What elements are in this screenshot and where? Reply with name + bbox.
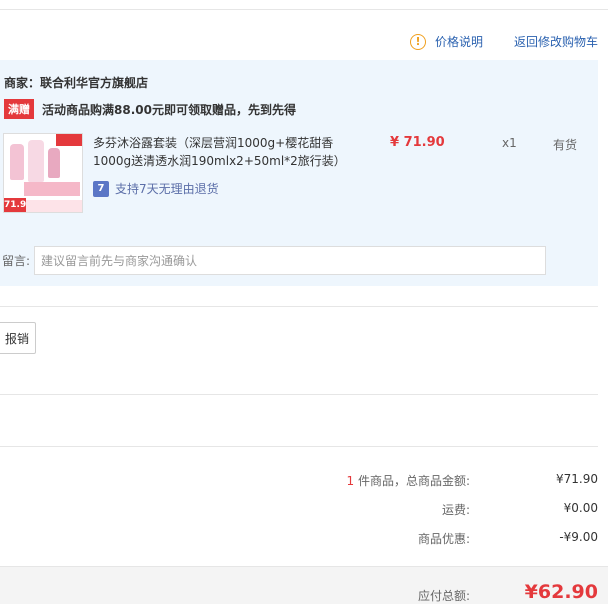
goods-total-value: ¥71.90: [556, 472, 598, 486]
product-name[interactable]: 多芬沐浴露套装（深层营润1000g+樱花甜香1000g送清透水润190mlx2+…: [93, 134, 346, 170]
shop-order-section: 商家：联合利华官方旗舰店 满赠 活动商品购满88.00元即可领取赠品，先到先得 …: [0, 60, 598, 286]
goods-count-label: 1 件商品，总商品金额:: [347, 472, 471, 489]
summary-shipping-row: 运费: ¥0.00: [0, 501, 598, 519]
merchant-name: 商家：联合利华官方旗舰店: [4, 76, 149, 90]
divider: [0, 306, 598, 307]
seven-day-return-icon: 7: [93, 180, 109, 197]
back-to-cart-link[interactable]: 返回修改购物车: [514, 33, 598, 50]
top-divider: [0, 9, 608, 10]
discount-value: -¥9.00: [559, 530, 598, 544]
message-input[interactable]: [34, 246, 546, 275]
promo-tag: 满赠: [4, 99, 34, 119]
divider: [0, 394, 598, 395]
promo-text: 活动商品购满88.00元即可领取赠品，先到先得: [42, 102, 296, 117]
shipping-label: 运费:: [441, 503, 470, 517]
goods-count-suffix: 件商品，总商品金额:: [354, 474, 470, 488]
divider: [0, 446, 598, 447]
item-price: ¥ 71.90: [390, 135, 445, 150]
product-thumbnail[interactable]: 71.9: [3, 133, 83, 213]
shipping-value: ¥0.00: [563, 501, 598, 515]
summary-goods-row: 1 件商品，总商品金额: ¥71.90: [0, 472, 599, 490]
message-label: 留言:: [2, 254, 31, 268]
total-label: 应付总额:: [417, 589, 470, 603]
claim-button[interactable]: 报销: [0, 322, 36, 354]
price-note-link[interactable]: 价格说明: [435, 33, 483, 50]
total-value: ¥62.90: [524, 581, 598, 603]
return-policy-text: 支持7天无理由退货: [115, 182, 219, 196]
item-stock-status: 有货: [553, 138, 578, 152]
summary-discount-row: 商品优惠: -¥9.00: [0, 530, 598, 548]
promo-row: 满赠 活动商品购满88.00元即可领取赠品，先到先得: [4, 99, 296, 119]
return-policy: 7 支持7天无理由退货: [93, 180, 219, 197]
thumb-price-badge: 71.9: [4, 198, 27, 212]
goods-count: 1: [346, 474, 355, 488]
price-note[interactable]: ! 价格说明: [410, 33, 483, 50]
total-bar: 应付总额: ¥62.90: [0, 566, 608, 604]
discount-label: 商品优惠:: [417, 532, 470, 546]
info-icon: !: [410, 33, 426, 50]
item-quantity: x1: [502, 136, 517, 150]
